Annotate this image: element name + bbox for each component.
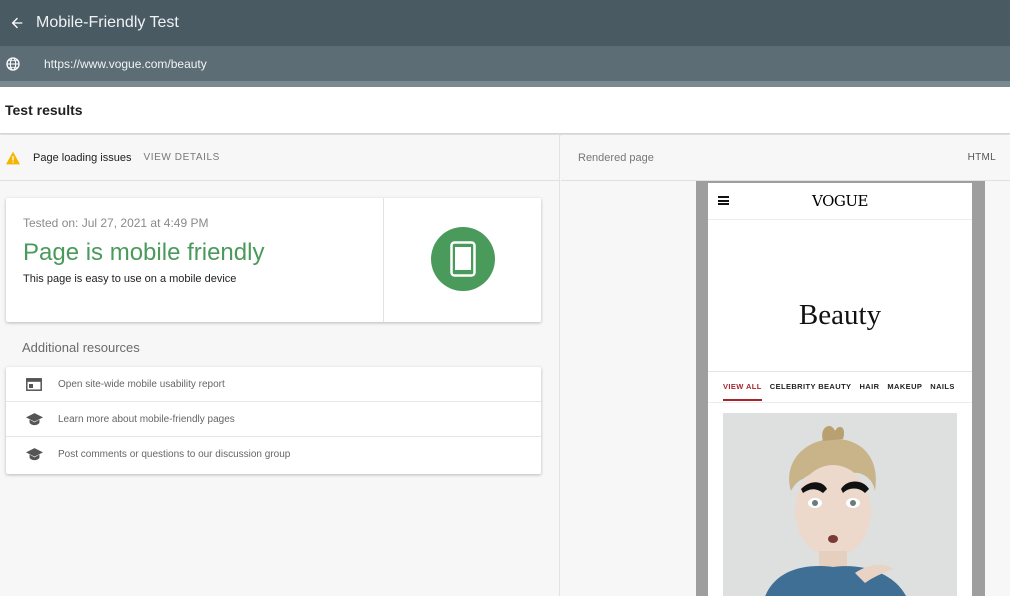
tested-on-timestamp: Tested on: Jul 27, 2021 at 4:49 PM — [23, 216, 209, 230]
site-header: VOGUE — [708, 183, 972, 220]
site-nav-item-makeup: MAKEUP — [887, 382, 923, 391]
resources-list: Open site-wide mobile usability report L… — [6, 367, 541, 474]
active-nav-underline — [723, 399, 762, 401]
view-details-link[interactable]: VIEW DETAILS — [143, 152, 219, 163]
phone-screen[interactable]: VOGUE Beauty VIEW ALL CELEBRITY BEAUTY H… — [708, 183, 972, 596]
site-nav: VIEW ALL CELEBRITY BEAUTY HAIR MAKEUP NA… — [723, 382, 963, 391]
issues-bar: Page loading issues VIEW DETAILS — [0, 135, 559, 181]
site-heading: Beauty — [798, 299, 882, 331]
site-nav-item-celebrity-beauty: CELEBRITY BEAUTY — [769, 382, 852, 391]
site-logo: VOGUE — [812, 192, 868, 210]
resource-learn-more[interactable]: Learn more about mobile-friendly pages — [6, 402, 541, 437]
mobile-phone-icon — [431, 227, 495, 291]
school-icon — [23, 412, 45, 426]
article-photo — [723, 413, 957, 596]
url-bar: https://www.vogue.com/beauty — [0, 46, 1010, 81]
rendered-page-label: Rendered page — [578, 151, 654, 164]
verdict-text-area: Tested on: Jul 27, 2021 at 4:49 PM Page … — [6, 198, 384, 322]
verdict-title: Page is mobile friendly — [23, 239, 265, 266]
site-nav-item-nails: NAILS — [930, 382, 955, 391]
html-tab[interactable]: HTML — [968, 152, 996, 163]
rendered-page-pane: Rendered page HTML VOGUE Beauty VIEW ALL… — [561, 135, 1010, 596]
warning-icon — [6, 151, 20, 164]
resource-label: Open site-wide mobile usability report — [58, 378, 225, 390]
resource-label: Learn more about mobile-friendly pages — [58, 413, 235, 425]
resource-discussion-group[interactable]: Post comments or questions to our discus… — [6, 437, 541, 472]
site-nav-item-hair: HAIR — [859, 382, 880, 391]
divider — [708, 402, 972, 403]
report-icon — [23, 377, 45, 391]
page-loading-issues-label: Page loading issues — [33, 151, 132, 164]
back-button[interactable] — [4, 10, 30, 36]
rendered-page-header: Rendered page HTML — [561, 135, 1010, 181]
additional-resources-title: Additional resources — [22, 340, 140, 355]
app-title: Mobile-Friendly Test — [36, 14, 179, 31]
verdict-subtext: This page is easy to use on a mobile dev… — [23, 273, 237, 285]
verdict-card: Tested on: Jul 27, 2021 at 4:49 PM Page … — [6, 198, 541, 322]
resource-label: Post comments or questions to our discus… — [58, 449, 291, 460]
phone-preview-frame: VOGUE Beauty VIEW ALL CELEBRITY BEAUTY H… — [696, 181, 985, 596]
school-icon — [23, 448, 45, 461]
site-nav-item-view-all: VIEW ALL — [723, 382, 762, 391]
arrow-back-icon — [11, 17, 23, 29]
app-bar: Mobile-Friendly Test — [0, 0, 1010, 46]
globe-icon — [0, 51, 26, 77]
resource-usability-report[interactable]: Open site-wide mobile usability report — [6, 367, 541, 402]
results-header: Test results — [0, 87, 1010, 134]
results-pane: Page loading issues VIEW DETAILS Tested … — [0, 135, 560, 596]
divider — [708, 371, 972, 372]
tested-url[interactable]: https://www.vogue.com/beauty — [44, 57, 207, 71]
results-title: Test results — [5, 102, 83, 118]
